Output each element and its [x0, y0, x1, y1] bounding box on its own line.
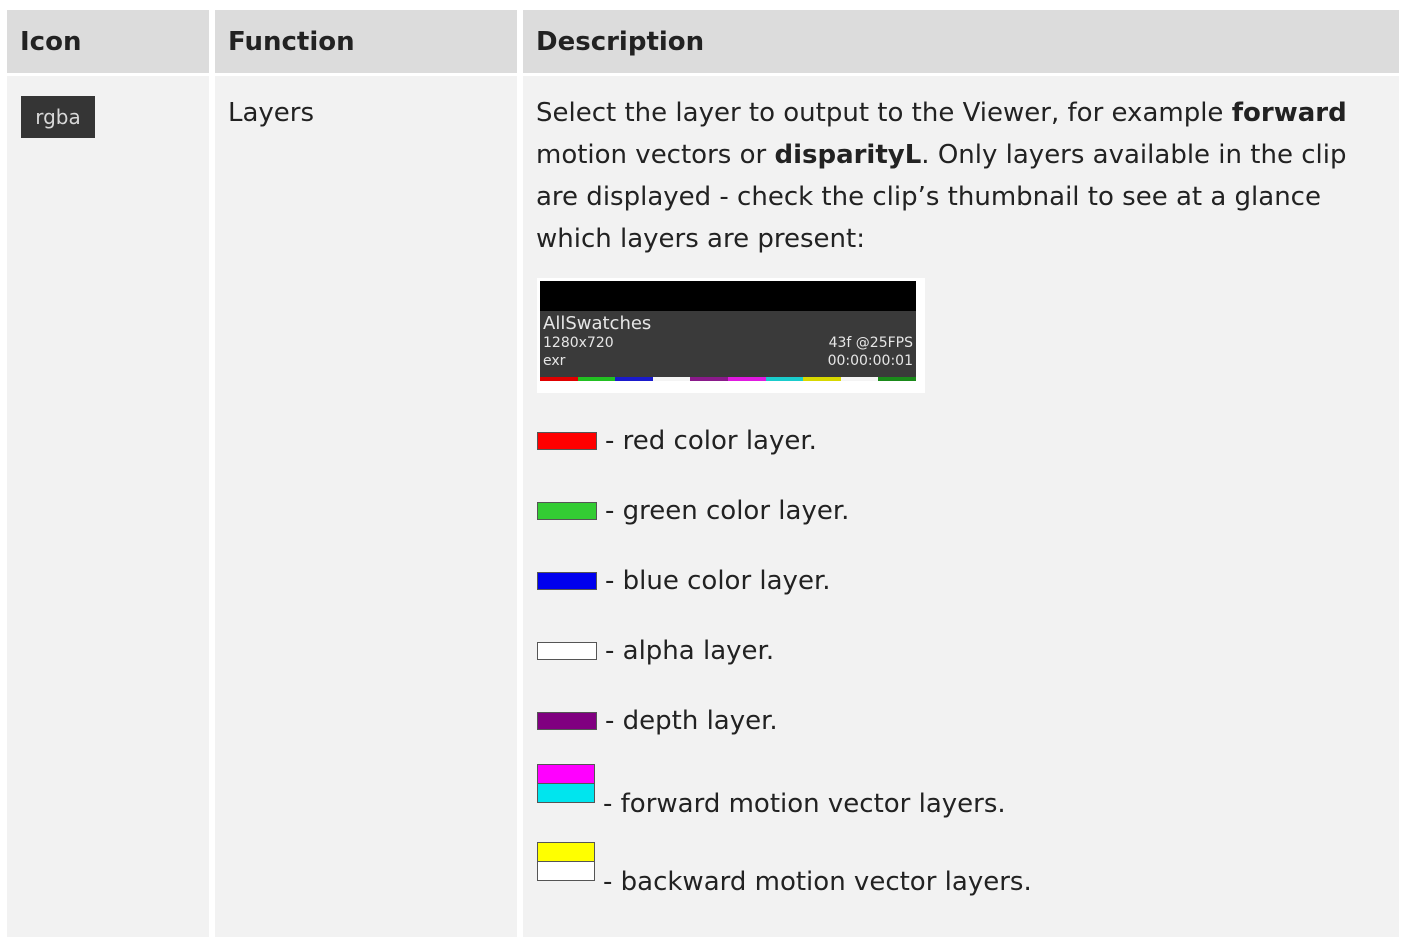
- clip-resolution: 1280x720: [543, 335, 614, 351]
- description-cell: Select the layer to output to the Viewer…: [523, 76, 1399, 937]
- header-icon: Icon: [7, 10, 209, 76]
- layer-color-bar: [540, 377, 916, 381]
- header-function: Function: [215, 10, 517, 76]
- color-bar-segment: [577, 377, 616, 381]
- layer-label: - blue color layer.: [605, 566, 831, 596]
- desc-text-2: motion vectors or: [536, 140, 775, 170]
- header-description: Description: [523, 10, 1399, 76]
- layer-item-red: - red color layer.: [536, 419, 1386, 463]
- red-swatch: [537, 432, 597, 450]
- desc-text-1: Select the layer to output to the Viewer…: [536, 98, 1232, 128]
- clip-frames: 43f @25FPS: [828, 335, 913, 351]
- blue-swatch: [537, 572, 597, 590]
- forward-motion-swatch: [537, 763, 595, 803]
- layer-label: - backward motion vector layers.: [603, 867, 1032, 897]
- alpha-swatch: [537, 642, 597, 660]
- thumbnail-preview: [540, 281, 916, 311]
- layer-item-depth: - depth layer.: [536, 699, 1386, 743]
- forward-swatch-bottom: [537, 783, 595, 803]
- clip-timecode: 00:00:00:01: [827, 353, 913, 369]
- layer-item-forward-motion: - forward motion vector layers.: [536, 763, 1386, 821]
- rgba-layer-icon: rgba: [21, 96, 95, 138]
- table-header-row: Icon Function Description: [7, 10, 1399, 76]
- layer-label: - forward motion vector layers.: [603, 789, 1006, 819]
- clip-format: exr: [543, 353, 566, 369]
- function-cell: Layers: [215, 76, 517, 937]
- depth-swatch: [537, 712, 597, 730]
- clip-name: AllSwatches: [543, 313, 652, 334]
- thumbnail-info: AllSwatches 1280x720 exr 43f @25FPS 00:0…: [540, 311, 916, 381]
- icon-cell: rgba: [7, 76, 209, 937]
- function-label: Layers: [228, 98, 315, 128]
- backward-swatch-top: [537, 841, 595, 862]
- forward-swatch-top: [537, 763, 595, 784]
- layers-table-container: Icon Function Description rgba Layers Se…: [7, 10, 1399, 937]
- layer-item-alpha: - alpha layer.: [536, 629, 1386, 673]
- color-bar-segment: [765, 377, 804, 381]
- layer-item-green: - green color layer.: [536, 489, 1386, 533]
- layer-label: - depth layer.: [605, 706, 778, 736]
- table-row: rgba Layers Select the layer to output t…: [7, 76, 1399, 937]
- color-bar-segment: [840, 377, 879, 381]
- layer-label: - red color layer.: [605, 426, 817, 456]
- color-bar-segment: [803, 377, 841, 381]
- color-bar-segment: [615, 377, 653, 381]
- layer-item-backward-motion: - backward motion vector layers.: [536, 841, 1386, 899]
- layer-label: - alpha layer.: [605, 636, 775, 666]
- color-bar-segment: [878, 377, 916, 381]
- desc-bold-disparity: disparityL: [774, 140, 922, 170]
- color-bar-segment: [727, 377, 766, 381]
- color-bar-segment: [652, 377, 691, 381]
- backward-swatch-bottom: [537, 861, 595, 881]
- desc-bold-forward: forward: [1231, 98, 1347, 128]
- layers-table: Icon Function Description rgba Layers Se…: [7, 10, 1399, 937]
- layer-item-blue: - blue color layer.: [536, 559, 1386, 603]
- color-bar-segment: [540, 377, 578, 381]
- color-bar-segment: [690, 377, 728, 381]
- description-paragraph: Select the layer to output to the Viewer…: [536, 92, 1386, 260]
- backward-motion-swatch: [537, 841, 595, 881]
- layer-legend: - red color layer. - green color layer. …: [536, 419, 1386, 899]
- clip-thumbnail: AllSwatches 1280x720 exr 43f @25FPS 00:0…: [537, 278, 925, 393]
- layer-label: - green color layer.: [605, 496, 850, 526]
- green-swatch: [537, 502, 597, 520]
